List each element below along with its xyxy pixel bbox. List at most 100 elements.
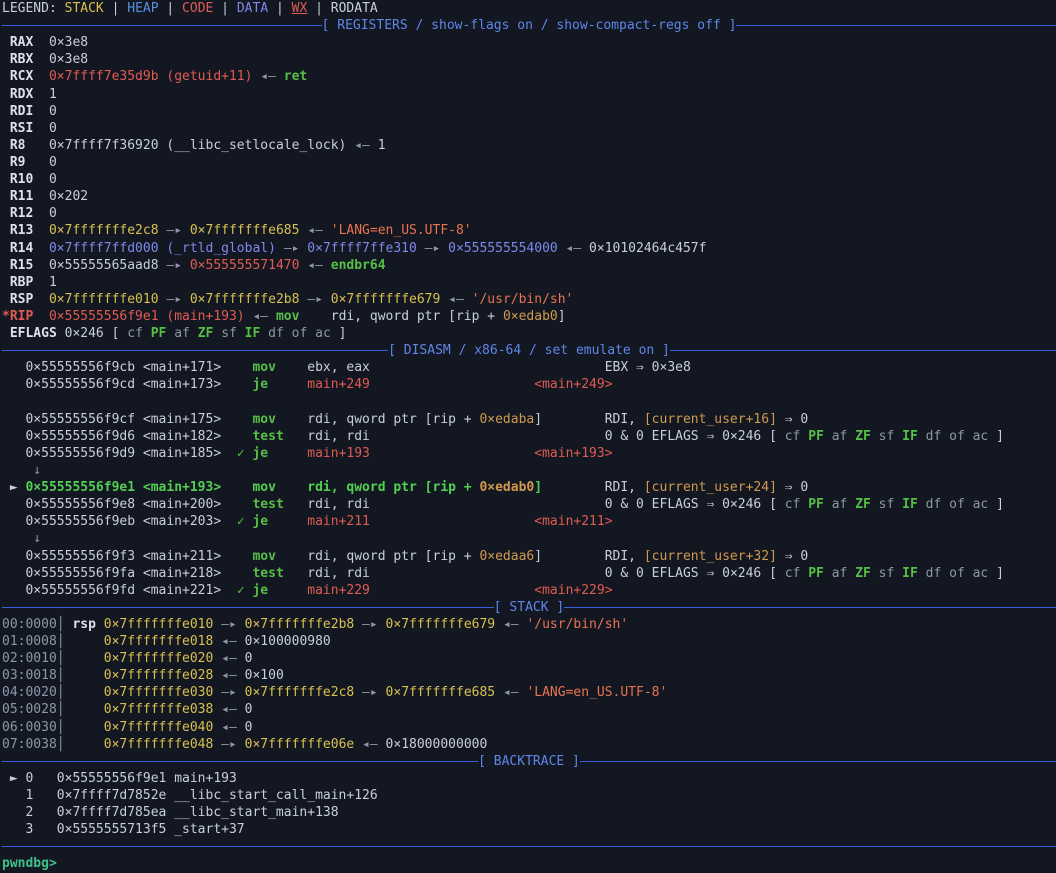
divider-line <box>529 846 1056 847</box>
text-segment: df <box>926 429 949 444</box>
text-segment <box>221 412 252 427</box>
text-segment: 0×7fffffffe040 <box>104 720 214 735</box>
points-to-arrow-icon: —▸ <box>213 737 244 752</box>
text-segment: 0 <box>245 702 253 717</box>
disasm-row: 0×55555556f9cd <main+173> je main+249 <m… <box>2 376 1056 393</box>
text-segment <box>284 497 307 512</box>
disasm-row: ► 0×55555556f9e1 <main+193> mov rdi, qwo… <box>2 479 1056 496</box>
text-segment: ] <box>988 429 1004 444</box>
register-row: RCX 0×7ffff7e35d9b (getuid+11) ◂— ret <box>2 68 1056 85</box>
text-segment: rdi, rdi <box>307 429 370 444</box>
points-to-arrow-icon: —▸ <box>276 241 307 256</box>
text-segment: 0×3e8 <box>49 52 88 67</box>
divider-line <box>670 350 1056 351</box>
text-segment: 0×55555556f9cb <main+171> <box>2 360 221 375</box>
text-segment: rdi, qword ptr [rip + <box>307 480 479 495</box>
text-segment <box>221 429 252 444</box>
stack-row: 00:0000│ rsp 0×7fffffffe010 —▸ 0×7ffffff… <box>2 616 1056 633</box>
points-from-arrow-icon: ◂— <box>440 292 471 307</box>
text-segment: 0 <box>245 720 253 735</box>
text-segment: RBX <box>2 52 49 67</box>
text-segment: DATA <box>237 1 268 16</box>
text-segment: 0×55555556f9f3 <main+211> <box>2 549 221 564</box>
text-segment: 0×55555556f9fd <main+221> <box>2 583 221 598</box>
text-segment <box>221 549 252 564</box>
text-segment: je <box>252 514 268 529</box>
text-segment: PF <box>808 429 831 444</box>
text-segment: 0×7fffffffe020 <box>104 651 214 666</box>
text-segment: CODE <box>182 1 213 16</box>
text-segment: 01:0008 <box>2 634 57 649</box>
text-segment: 0×55555556f9e1 <main+193> <box>25 480 221 495</box>
text-segment: 0×7fffffffe2b8 <box>245 617 355 632</box>
text-segment: PF <box>808 566 831 581</box>
text-segment: EFLAGS <box>2 326 65 341</box>
text-segment: af <box>832 429 855 444</box>
text-segment <box>221 360 252 375</box>
text-segment: 0×7fffffffe028 <box>104 668 214 683</box>
text-segment: main+193 <box>307 446 370 461</box>
text-segment <box>2 480 10 495</box>
text-segment: │ <box>57 720 104 735</box>
section-title-disasm: [ DISASM / x86-64 / set emulate on ] <box>388 342 670 359</box>
points-from-arrow-icon: ◂— <box>354 737 385 752</box>
text-segment: ZF <box>198 326 221 341</box>
points-to-arrow-icon: —▸ <box>354 685 385 700</box>
text-segment: rdi, qword ptr [rip + <box>331 309 503 324</box>
register-row: R12 0 <box>2 205 1056 222</box>
text-segment: je <box>252 583 268 598</box>
register-row: R10 0 <box>2 171 1056 188</box>
text-segment: sf <box>879 566 902 581</box>
text-segment: af <box>832 497 855 512</box>
text-segment: sf <box>879 497 902 512</box>
text-segment: 0×555555554000 <box>448 241 558 256</box>
disasm-row: 0×55555556f9f3 <main+211> mov rdi, qword… <box>2 548 1056 565</box>
text-segment: RSI <box>2 121 49 136</box>
text-segment: 3 0×5555555713f5 _start+37 <box>2 822 245 837</box>
text-segment: ⇒ 0 <box>777 549 808 564</box>
branch-taken-icon: ✓ <box>237 514 245 529</box>
divider-backtrace: [ BACKTRACE ] <box>2 753 1056 770</box>
text-segment: 0×55555556f9cf <main+175> <box>2 412 221 427</box>
jump-arrow-icon: ↓ <box>2 463 41 478</box>
register-row: RBP 1 <box>2 274 1056 291</box>
points-to-arrow-icon: —▸ <box>159 292 190 307</box>
text-segment: ] <box>558 309 566 324</box>
text-segment: R15 <box>2 258 49 273</box>
text-segment: test <box>252 429 283 444</box>
text-segment: 0×55555556f9e1 (main+193) <box>49 309 245 324</box>
text-segment: 0 & 0 <box>605 497 652 512</box>
branch-taken-icon: ✓ <box>237 583 245 598</box>
text-segment: [current_user+32] <box>644 549 777 564</box>
points-to-arrow-icon: —▸ <box>159 258 190 273</box>
register-row: RSI 0 <box>2 120 1056 137</box>
backtrace-row: ► 0 0×55555556f9e1 main+193 <box>2 770 1056 787</box>
text-segment <box>542 480 605 495</box>
text-segment: mov <box>252 480 275 495</box>
disasm-row: 0×55555556f9e8 <main+200> test rdi, rdi … <box>2 496 1056 513</box>
text-segment <box>370 377 534 392</box>
text-segment: LEGEND: <box>2 1 65 16</box>
disasm-row: ↓ <box>2 530 1056 547</box>
prompt-input[interactable] <box>57 856 65 871</box>
text-segment: 0×7ffff7ffd000 (_rtld_global) <box>49 241 276 256</box>
text-segment: rdi, qword ptr [rip + <box>307 412 479 427</box>
prompt-line[interactable]: pwndbg> <box>2 855 1056 872</box>
text-segment <box>276 549 307 564</box>
text-segment: | <box>159 1 182 16</box>
terminal-screen[interactable]: LEGEND: STACK | HEAP | CODE | DATA | WX … <box>0 0 1056 873</box>
disasm-row: 0×55555556f9fd <main+221> ✓ je main+229 … <box>2 582 1056 599</box>
divider-line <box>2 25 322 26</box>
text-segment: 0 <box>18 771 57 786</box>
current-marker-icon: ► <box>10 771 18 786</box>
text-segment: 0×55555556f9eb <main+203> <box>2 514 221 529</box>
current-marker-icon: ► <box>10 480 18 495</box>
text-segment: main+249 <box>307 377 370 392</box>
text-segment <box>370 446 534 461</box>
text-segment: 07:0038 <box>2 737 57 752</box>
text-segment: ac <box>973 429 989 444</box>
section-title-backtrace: [ BACKTRACE ] <box>478 753 580 770</box>
text-segment: of <box>949 429 972 444</box>
stack-row: 02:0010│ 0×7fffffffe020 ◂— 0 <box>2 650 1056 667</box>
text-segment: ] <box>331 326 347 341</box>
